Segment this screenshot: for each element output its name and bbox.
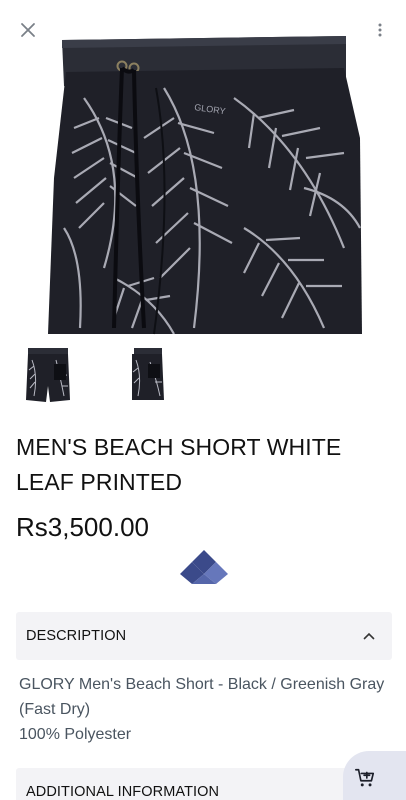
- description-content: GLORY Men's Beach Short - Black / Greeni…: [19, 672, 391, 747]
- close-button[interactable]: [14, 16, 42, 44]
- chevron-up-icon: [362, 629, 376, 643]
- product-page: GLORY MEN'S BEACH SHORT WHITE LEAF PRINT…: [0, 0, 406, 800]
- description-accordion-header[interactable]: DESCRIPTION: [16, 612, 392, 660]
- thumbnail-front[interactable]: [20, 342, 76, 408]
- top-bar: [0, 0, 406, 58]
- more-vertical-icon: [378, 23, 382, 37]
- product-main-image[interactable]: GLORY: [44, 28, 366, 336]
- product-price: Rs3,500.00: [16, 512, 149, 542]
- brand-diamond-icon: [180, 548, 228, 586]
- description-line: GLORY Men's Beach Short - Black / Greeni…: [19, 676, 385, 718]
- thumbnail-back[interactable]: [118, 342, 174, 408]
- beach-short-photo: GLORY: [48, 36, 362, 335]
- description-line: 100% Polyester: [19, 726, 132, 743]
- close-icon: [21, 23, 35, 37]
- add-to-cart-icon: [355, 768, 375, 787]
- add-to-cart-button[interactable]: [343, 751, 406, 800]
- more-options-button[interactable]: [370, 18, 390, 42]
- additional-information-accordion-header[interactable]: ADDITIONAL INFORMATION: [16, 768, 392, 800]
- description-label: DESCRIPTION: [26, 628, 127, 644]
- product-title: MEN'S BEACH SHORT WHITE LEAF PRINTED: [16, 434, 342, 495]
- image-thumbnails: [20, 342, 220, 408]
- additional-information-label: ADDITIONAL INFORMATION: [26, 784, 220, 800]
